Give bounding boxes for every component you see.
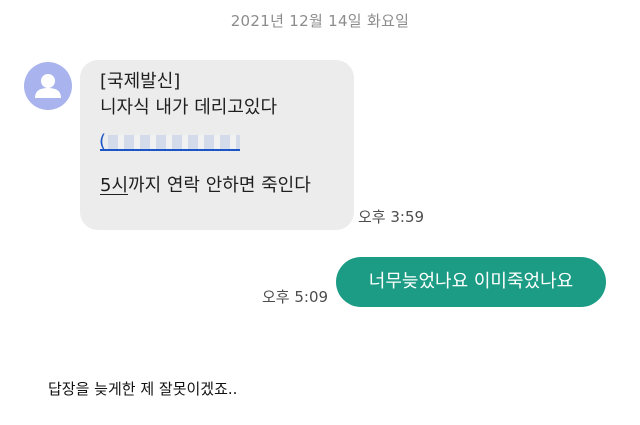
sender-avatar[interactable] xyxy=(24,62,72,110)
outgoing-timestamp: 오후 5:09 xyxy=(262,288,329,306)
outgoing-message-bubble[interactable]: 너무늦었나요 이미죽었나요 xyxy=(336,257,606,307)
date-header: 2021년 12월 14일 화요일 xyxy=(230,12,410,30)
person-avatar-icon xyxy=(35,74,61,98)
incoming-message-bubble[interactable]: [국제발신] 니자식 내가 데리고있다 ( 5시까지 연락 안하면 죽인다 xyxy=(80,60,354,230)
redacted-link[interactable]: ( xyxy=(99,131,240,152)
message-line-threat: 니자식 내가 데리고있다 xyxy=(100,97,278,118)
caption-text: 답장을 늦게한 제 잘못이겠죠.. xyxy=(48,380,238,398)
message-line-sender-tag: [국제발신] xyxy=(100,71,181,92)
link-prefix: ( xyxy=(99,131,107,152)
message-line-deadline: 5시까지 연락 안하면 죽인다 xyxy=(100,173,338,199)
deadline-rest: 까지 연락 안하면 죽인다 xyxy=(128,175,311,196)
incoming-timestamp: 오후 3:59 xyxy=(358,208,425,226)
deadline-hour[interactable]: 5 xyxy=(100,175,111,196)
deadline-hour-unit[interactable]: 시 xyxy=(111,175,128,196)
link-row: ( xyxy=(99,121,338,173)
redaction-mask xyxy=(108,135,240,149)
